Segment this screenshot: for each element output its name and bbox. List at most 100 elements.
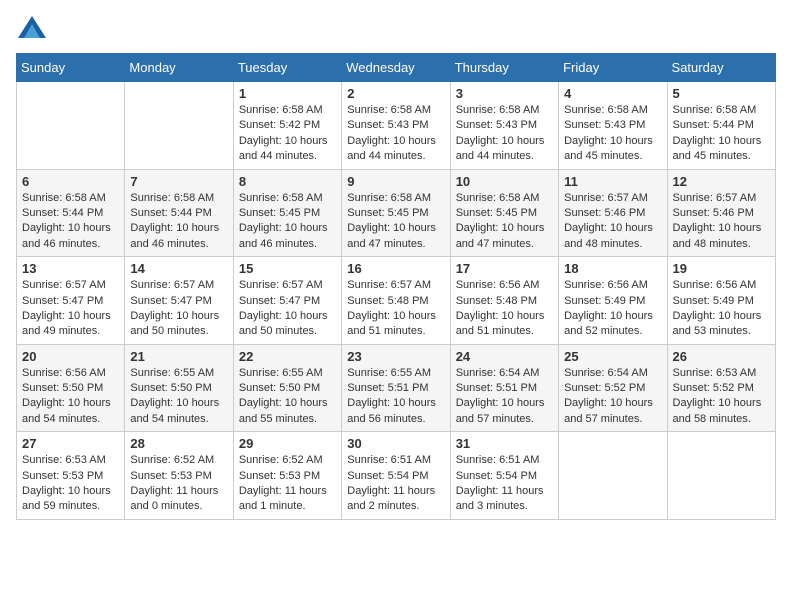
calendar-cell: 18 Sunrise: 6:56 AM Sunset: 5:49 PM Dayl… [559, 257, 667, 345]
cell-info: Sunrise: 6:57 AM Sunset: 5:47 PM Dayligh… [239, 278, 336, 340]
sunset-label: Sunset: 5:47 PM [239, 295, 320, 307]
calendar-cell [125, 82, 233, 170]
daylight-label: Daylight: 11 hours and 2 minutes. [347, 485, 435, 512]
calendar-cell: 2 Sunrise: 6:58 AM Sunset: 5:43 PM Dayli… [342, 82, 450, 170]
daylight-label: Daylight: 10 hours and 57 minutes. [564, 397, 653, 424]
calendar-cell: 31 Sunrise: 6:51 AM Sunset: 5:54 PM Dayl… [450, 432, 558, 520]
sunrise-label: Sunrise: 6:56 AM [673, 279, 757, 291]
day-number: 13 [22, 261, 119, 276]
cell-info: Sunrise: 6:51 AM Sunset: 5:54 PM Dayligh… [456, 453, 553, 515]
day-number: 10 [456, 174, 553, 189]
calendar-cell: 15 Sunrise: 6:57 AM Sunset: 5:47 PM Dayl… [233, 257, 341, 345]
calendar-cell [17, 82, 125, 170]
cell-info: Sunrise: 6:58 AM Sunset: 5:44 PM Dayligh… [22, 191, 119, 253]
sunrise-label: Sunrise: 6:52 AM [239, 454, 323, 466]
day-number: 12 [673, 174, 770, 189]
cell-info: Sunrise: 6:52 AM Sunset: 5:53 PM Dayligh… [130, 453, 227, 515]
sunrise-label: Sunrise: 6:57 AM [130, 279, 214, 291]
sunset-label: Sunset: 5:49 PM [564, 295, 645, 307]
sunrise-label: Sunrise: 6:58 AM [456, 104, 540, 116]
calendar-table: SundayMondayTuesdayWednesdayThursdayFrid… [16, 53, 776, 520]
cell-info: Sunrise: 6:51 AM Sunset: 5:54 PM Dayligh… [347, 453, 444, 515]
sunrise-label: Sunrise: 6:52 AM [130, 454, 214, 466]
calendar-week-3: 13 Sunrise: 6:57 AM Sunset: 5:47 PM Dayl… [17, 257, 776, 345]
calendar-cell [667, 432, 775, 520]
sunrise-label: Sunrise: 6:58 AM [347, 104, 431, 116]
calendar-cell: 4 Sunrise: 6:58 AM Sunset: 5:43 PM Dayli… [559, 82, 667, 170]
cell-info: Sunrise: 6:58 AM Sunset: 5:43 PM Dayligh… [456, 103, 553, 165]
calendar-cell: 20 Sunrise: 6:56 AM Sunset: 5:50 PM Dayl… [17, 344, 125, 432]
sunrise-label: Sunrise: 6:54 AM [456, 367, 540, 379]
sunset-label: Sunset: 5:50 PM [239, 382, 320, 394]
sunrise-label: Sunrise: 6:58 AM [22, 192, 106, 204]
day-number: 14 [130, 261, 227, 276]
cell-info: Sunrise: 6:58 AM Sunset: 5:45 PM Dayligh… [347, 191, 444, 253]
day-number: 22 [239, 349, 336, 364]
cell-info: Sunrise: 6:56 AM Sunset: 5:48 PM Dayligh… [456, 278, 553, 340]
page-header [16, 16, 776, 43]
cell-info: Sunrise: 6:58 AM Sunset: 5:45 PM Dayligh… [239, 191, 336, 253]
day-number: 2 [347, 86, 444, 101]
calendar-cell: 8 Sunrise: 6:58 AM Sunset: 5:45 PM Dayli… [233, 169, 341, 257]
daylight-label: Daylight: 10 hours and 46 minutes. [22, 222, 111, 249]
day-number: 3 [456, 86, 553, 101]
day-number: 25 [564, 349, 661, 364]
calendar-cell: 17 Sunrise: 6:56 AM Sunset: 5:48 PM Dayl… [450, 257, 558, 345]
sunrise-label: Sunrise: 6:56 AM [22, 367, 106, 379]
daylight-label: Daylight: 10 hours and 44 minutes. [239, 135, 328, 162]
calendar-cell: 16 Sunrise: 6:57 AM Sunset: 5:48 PM Dayl… [342, 257, 450, 345]
day-header-friday: Friday [559, 54, 667, 82]
daylight-label: Daylight: 10 hours and 51 minutes. [456, 310, 545, 337]
daylight-label: Daylight: 10 hours and 54 minutes. [22, 397, 111, 424]
day-header-monday: Monday [125, 54, 233, 82]
sunset-label: Sunset: 5:48 PM [347, 295, 428, 307]
sunset-label: Sunset: 5:46 PM [564, 207, 645, 219]
calendar-cell: 26 Sunrise: 6:53 AM Sunset: 5:52 PM Dayl… [667, 344, 775, 432]
daylight-label: Daylight: 10 hours and 44 minutes. [347, 135, 436, 162]
calendar-week-4: 20 Sunrise: 6:56 AM Sunset: 5:50 PM Dayl… [17, 344, 776, 432]
day-header-sunday: Sunday [17, 54, 125, 82]
cell-info: Sunrise: 6:56 AM Sunset: 5:49 PM Dayligh… [673, 278, 770, 340]
calendar-cell: 29 Sunrise: 6:52 AM Sunset: 5:53 PM Dayl… [233, 432, 341, 520]
cell-info: Sunrise: 6:57 AM Sunset: 5:48 PM Dayligh… [347, 278, 444, 340]
daylight-label: Daylight: 10 hours and 47 minutes. [347, 222, 436, 249]
calendar-cell: 12 Sunrise: 6:57 AM Sunset: 5:46 PM Dayl… [667, 169, 775, 257]
daylight-label: Daylight: 10 hours and 48 minutes. [673, 222, 762, 249]
daylight-label: Daylight: 10 hours and 56 minutes. [347, 397, 436, 424]
daylight-label: Daylight: 10 hours and 47 minutes. [456, 222, 545, 249]
day-number: 20 [22, 349, 119, 364]
cell-info: Sunrise: 6:57 AM Sunset: 5:46 PM Dayligh… [564, 191, 661, 253]
calendar-cell: 21 Sunrise: 6:55 AM Sunset: 5:50 PM Dayl… [125, 344, 233, 432]
cell-info: Sunrise: 6:55 AM Sunset: 5:50 PM Dayligh… [239, 366, 336, 428]
calendar-cell: 14 Sunrise: 6:57 AM Sunset: 5:47 PM Dayl… [125, 257, 233, 345]
cell-info: Sunrise: 6:57 AM Sunset: 5:47 PM Dayligh… [130, 278, 227, 340]
sunset-label: Sunset: 5:45 PM [239, 207, 320, 219]
sunrise-label: Sunrise: 6:58 AM [456, 192, 540, 204]
sunset-label: Sunset: 5:44 PM [130, 207, 211, 219]
day-number: 18 [564, 261, 661, 276]
sunrise-label: Sunrise: 6:57 AM [239, 279, 323, 291]
calendar-week-2: 6 Sunrise: 6:58 AM Sunset: 5:44 PM Dayli… [17, 169, 776, 257]
sunset-label: Sunset: 5:53 PM [130, 470, 211, 482]
calendar-cell: 13 Sunrise: 6:57 AM Sunset: 5:47 PM Dayl… [17, 257, 125, 345]
sunset-label: Sunset: 5:47 PM [22, 295, 103, 307]
cell-info: Sunrise: 6:52 AM Sunset: 5:53 PM Dayligh… [239, 453, 336, 515]
calendar-cell: 19 Sunrise: 6:56 AM Sunset: 5:49 PM Dayl… [667, 257, 775, 345]
day-number: 31 [456, 436, 553, 451]
calendar-cell: 11 Sunrise: 6:57 AM Sunset: 5:46 PM Dayl… [559, 169, 667, 257]
cell-info: Sunrise: 6:56 AM Sunset: 5:50 PM Dayligh… [22, 366, 119, 428]
daylight-label: Daylight: 10 hours and 51 minutes. [347, 310, 436, 337]
sunrise-label: Sunrise: 6:54 AM [564, 367, 648, 379]
sunset-label: Sunset: 5:43 PM [456, 119, 537, 131]
sunset-label: Sunset: 5:54 PM [456, 470, 537, 482]
day-number: 23 [347, 349, 444, 364]
sunrise-label: Sunrise: 6:53 AM [673, 367, 757, 379]
sunset-label: Sunset: 5:42 PM [239, 119, 320, 131]
daylight-label: Daylight: 10 hours and 46 minutes. [239, 222, 328, 249]
daylight-label: Daylight: 10 hours and 52 minutes. [564, 310, 653, 337]
sunset-label: Sunset: 5:44 PM [673, 119, 754, 131]
calendar-cell: 1 Sunrise: 6:58 AM Sunset: 5:42 PM Dayli… [233, 82, 341, 170]
calendar-header-row: SundayMondayTuesdayWednesdayThursdayFrid… [17, 54, 776, 82]
sunset-label: Sunset: 5:47 PM [130, 295, 211, 307]
sunrise-label: Sunrise: 6:58 AM [347, 192, 431, 204]
